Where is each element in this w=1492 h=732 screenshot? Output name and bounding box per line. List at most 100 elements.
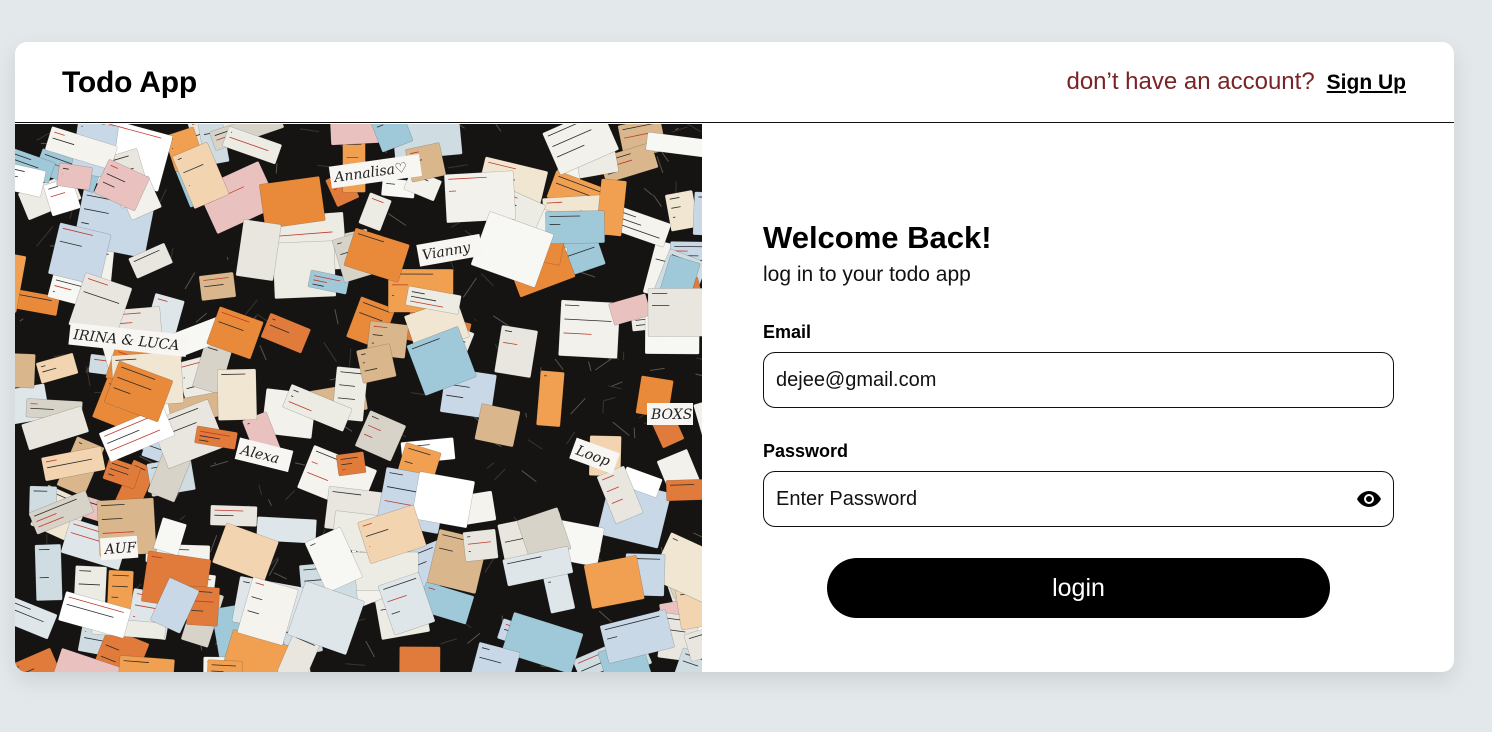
- collage-note: [34, 543, 63, 602]
- collage-note: [543, 573, 576, 614]
- collage-scribble: [267, 499, 272, 506]
- app-title: Todo App: [62, 66, 198, 99]
- collage-scribble: [603, 397, 616, 402]
- collage-scribble: [525, 412, 528, 418]
- svg-text:AUF: AUF: [102, 540, 138, 558]
- collage-note: [474, 403, 521, 448]
- collage-scribble: [495, 124, 502, 132]
- collage-scribble: [467, 632, 481, 644]
- email-field-box: [763, 352, 1394, 408]
- password-input[interactable]: [776, 472, 1336, 526]
- collage-note: [235, 219, 282, 282]
- collage-scribble: [643, 187, 653, 196]
- collage-scribble: [588, 361, 592, 372]
- login-button[interactable]: login: [827, 558, 1330, 618]
- collage-scribble: [285, 490, 296, 501]
- collage-scribble: [334, 309, 339, 325]
- svg-text:BOXS: BOXS: [650, 407, 692, 423]
- password-label: Password: [763, 441, 849, 461]
- collage-scribble: [179, 515, 186, 521]
- collage-scribble: [527, 439, 543, 450]
- collage-scribble: [209, 535, 218, 553]
- login-form: Welcome Back! log in to your todo app Em…: [763, 124, 1394, 672]
- collage-scribble: [492, 315, 509, 327]
- hero-image: Annalisa♡ IRINA & LUCA Alexa BOXS AUF Vianny L…: [15, 124, 702, 672]
- collage-note: [443, 170, 516, 224]
- collage-scribble: [696, 357, 702, 360]
- collage-scribble: [462, 277, 477, 298]
- signup-prompt-text: don’t have an account?: [1066, 68, 1315, 95]
- collage-scribble: [365, 640, 375, 658]
- collage-scribble: [226, 256, 229, 260]
- collage-note: [647, 287, 702, 337]
- collage-scribble: [598, 610, 612, 623]
- signup-link[interactable]: Sign Up: [1327, 71, 1406, 95]
- collage-scribble: [611, 381, 623, 387]
- collage-scribble: [273, 572, 287, 580]
- collage-scribble: [671, 126, 688, 133]
- collage-note: [198, 271, 237, 302]
- email-input[interactable]: [776, 353, 1336, 407]
- collage-note: [260, 312, 311, 354]
- collage-note: [494, 324, 539, 379]
- collage-note: [693, 395, 702, 445]
- collage-scribble: [275, 163, 278, 174]
- collage-note: [536, 370, 565, 428]
- collage-scribble: [554, 358, 564, 370]
- collage-scribble: [387, 213, 407, 226]
- collage-note: [56, 162, 93, 191]
- collage-scribble: [349, 348, 352, 367]
- collage-note: [206, 659, 243, 672]
- collage-scribble: [345, 663, 365, 666]
- collage-note: [35, 352, 79, 384]
- collage-scribble: [480, 273, 494, 287]
- email-label: Email: [763, 322, 812, 342]
- collage-scribble: [258, 484, 263, 495]
- collage-note: [545, 210, 606, 244]
- collage-scribble: [570, 397, 586, 415]
- collage-scribble: [633, 427, 636, 439]
- collage-scribble: [608, 385, 622, 390]
- collage-note: [41, 446, 106, 482]
- collage-scribble: [693, 532, 702, 538]
- collage-scribble: [521, 470, 537, 483]
- collage-note: [335, 451, 367, 477]
- collage-scribble: [695, 373, 702, 377]
- collage-scribble: [19, 318, 24, 322]
- collage-scribble: [243, 299, 258, 317]
- welcome-subtitle: log in to your todo app: [763, 263, 971, 286]
- collage-note: [259, 176, 326, 229]
- eye-icon[interactable]: [1355, 485, 1383, 513]
- collage-scribble: [299, 128, 319, 133]
- collage-scribble: [566, 431, 576, 445]
- collage-scribble: [323, 342, 337, 363]
- password-field-box: [763, 471, 1394, 527]
- sticky-notes-collage-image: Annalisa♡IRINA & LUCAAlexaBOXSAUFViannyL…: [15, 124, 702, 672]
- collage-scribble: [650, 367, 665, 372]
- collage-note: [216, 368, 258, 421]
- collage-note: [692, 191, 702, 238]
- collage-scribble: [410, 392, 427, 396]
- collage-scribble: [486, 462, 495, 469]
- collage-scribble: [184, 272, 196, 290]
- collage-scribble: [652, 194, 662, 207]
- collage-note-text: AUF: [99, 535, 139, 561]
- collage-scribble: [447, 164, 468, 169]
- collage-note: [15, 352, 36, 389]
- collage-note: [358, 192, 392, 232]
- collage-scribble: [474, 318, 477, 322]
- collage-note: [411, 471, 476, 529]
- collage-scribble: [440, 638, 458, 645]
- collage-scribble: [36, 226, 54, 247]
- login-card: Todo App don’t have an account? Sign Up …: [15, 42, 1454, 672]
- collage-note: [115, 655, 175, 672]
- collage-note-text: BOXS: [647, 403, 693, 425]
- collage-scribble: [612, 421, 630, 436]
- collage-note: [356, 343, 397, 384]
- collage-scribble: [210, 460, 228, 467]
- collage-note: [399, 646, 441, 672]
- signup-prompt-group: don’t have an account? Sign Up: [1066, 68, 1406, 96]
- collage-scribble: [494, 468, 506, 481]
- collage-scribble: [602, 401, 604, 414]
- collage-scribble: [259, 345, 267, 361]
